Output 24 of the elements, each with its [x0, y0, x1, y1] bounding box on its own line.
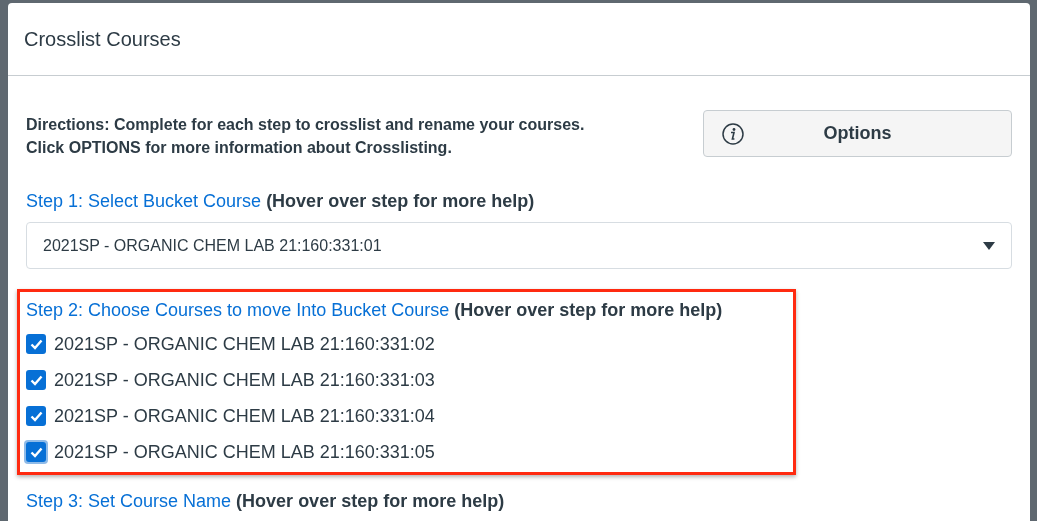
- step-title[interactable]: Step 3: Set Course Name: [26, 489, 232, 513]
- dialog-title: Crosslist Courses: [24, 27, 181, 52]
- checkbox[interactable]: [26, 370, 46, 390]
- directions-text: Click OPTIONS for more information about Crosslisting.: [26, 138, 453, 158]
- step-hint: (Hover over step for more help): [454, 299, 723, 322]
- course-label: 2021SP - ORGANIC CHEM LAB 21:160:331:05: [54, 440, 435, 464]
- check-icon: [29, 338, 43, 350]
- check-icon: [29, 446, 43, 458]
- course-label: 2021SP - ORGANIC CHEM LAB 21:160:331:03: [54, 368, 435, 392]
- info-icon: [722, 122, 744, 145]
- dropdown-caret-icon: [983, 241, 995, 250]
- check-icon: [29, 374, 43, 386]
- checkbox[interactable]: [26, 334, 46, 354]
- step-hint: (Hover over step for more help): [266, 190, 535, 213]
- options-button[interactable]: Options: [703, 110, 1012, 157]
- checkbox[interactable]: [26, 406, 46, 426]
- check-icon: [29, 410, 43, 422]
- course-select[interactable]: 2021SP - ORGANIC CHEM LAB 21:160:331:01: [26, 222, 1012, 269]
- course-label: 2021SP - ORGANIC CHEM LAB 21:160:331:04: [54, 404, 435, 428]
- step-title[interactable]: Step 2: Choose Courses to move Into Bucket Course: [26, 298, 450, 322]
- step-hint: (Hover over step for more help): [236, 490, 505, 513]
- directions-text: Directions: Complete for each step to crosslist and rename your courses.: [26, 115, 585, 135]
- step-title[interactable]: Step 1: Select Bucket Course: [26, 189, 262, 213]
- course-label: 2021SP - ORGANIC CHEM LAB 21:160:331:02: [54, 332, 435, 356]
